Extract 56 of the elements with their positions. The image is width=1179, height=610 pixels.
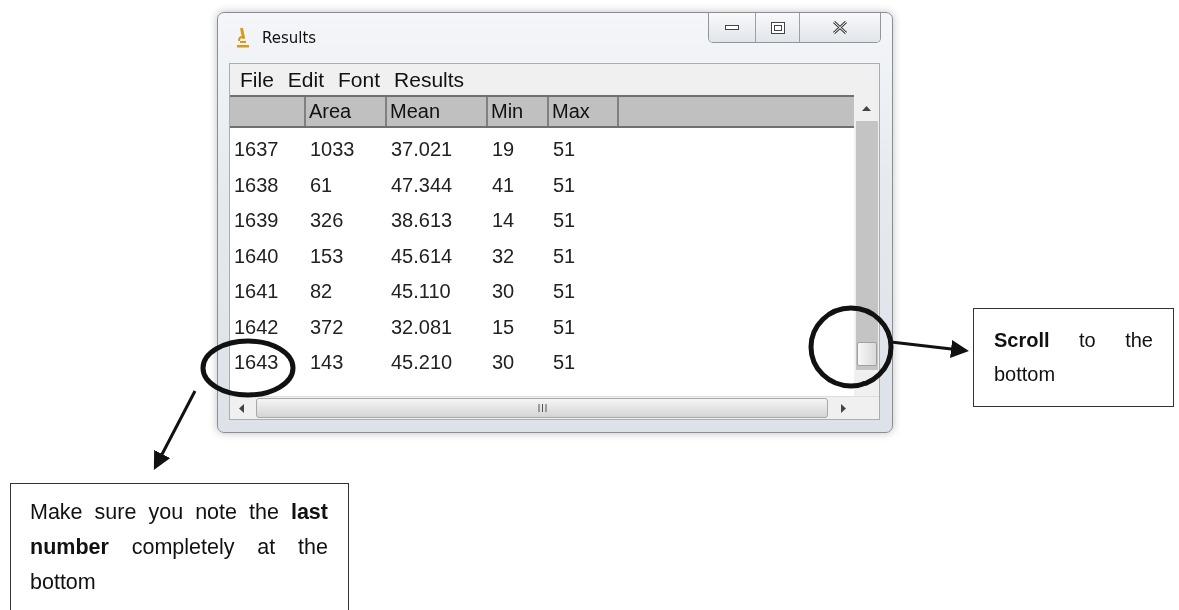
table-cell-text: 51: [552, 244, 577, 268]
close-icon: [832, 21, 848, 34]
menu-item[interactable]: Font: [338, 67, 393, 92]
row-number: 1639: [233, 209, 280, 233]
column-header[interactable]: Min: [488, 97, 549, 126]
menu-item[interactable]: Results: [394, 67, 477, 92]
horizontal-scrollbar-thumb[interactable]: [256, 398, 828, 418]
table-cell-text: 47.344: [390, 173, 454, 197]
table-cell-text: 14: [491, 209, 516, 233]
table-cell-text: 15: [491, 315, 516, 339]
table-cell-text: 51: [552, 209, 577, 233]
table-cell-text: 153: [309, 244, 345, 268]
row-number: 1643: [233, 351, 280, 375]
table-cell-text: 51: [552, 173, 577, 197]
column-header[interactable]: Area: [306, 97, 387, 126]
table-cell-text: 1033: [309, 138, 356, 162]
table-cell-text: 32: [491, 244, 516, 268]
callout-text: Scroll to the bottom: [973, 308, 1174, 407]
table-cell-text: 45.614: [390, 244, 454, 268]
table-cell-text: 37.021: [390, 138, 454, 162]
table-cell-text: 41: [491, 173, 516, 197]
maximize-icon: [770, 21, 785, 34]
vertical-scrollbar[interactable]: [855, 121, 878, 370]
table-cell-text: 143: [309, 351, 345, 375]
table-cell-text: 45.110: [390, 280, 452, 304]
table-cell-text: 38.613: [390, 209, 454, 233]
table-cell-text: 372: [309, 315, 345, 339]
table-cell-text: 30: [491, 280, 516, 304]
table-cell-text: 61: [309, 173, 334, 197]
row-number: 1640: [233, 244, 280, 268]
table-cell-text: 45.210: [390, 351, 454, 375]
table-cell-text: 51: [552, 280, 577, 304]
window-title: Results: [262, 29, 317, 47]
column-header[interactable]: Mean: [387, 97, 488, 126]
close-button[interactable]: [799, 13, 880, 42]
row-number: 1637: [233, 138, 280, 162]
microscope-icon: [236, 27, 250, 49]
menu-item[interactable]: File: [240, 67, 286, 92]
menu-item[interactable]: Edit: [287, 67, 337, 92]
table-cell-text: 82: [309, 280, 334, 304]
scrollbar-thumb[interactable]: [856, 342, 877, 366]
table-cell-text: 30: [491, 351, 516, 375]
table-cell-text: 51: [552, 138, 577, 162]
table-cell-text: 51: [552, 351, 577, 375]
table-cell-text: 51: [552, 315, 577, 339]
minimize-icon: [725, 24, 739, 31]
row-number: 1642: [233, 315, 280, 339]
row-number: 1638: [233, 173, 280, 197]
row-number: 1641: [233, 280, 280, 304]
maximize-button[interactable]: [755, 13, 799, 42]
table-cell-text: 32.081: [390, 315, 454, 339]
minimize-button[interactable]: [709, 13, 755, 42]
table-cell-text: 326: [309, 209, 345, 233]
table-cell-text: 19: [491, 138, 516, 162]
column-header[interactable]: Max: [549, 97, 619, 126]
callout-text: Make sure you note the last number completely at the bottom: [10, 483, 349, 610]
